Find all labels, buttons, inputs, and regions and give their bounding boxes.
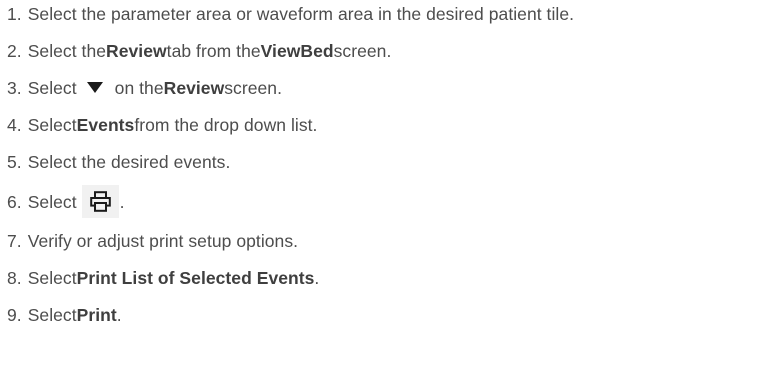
step-number: 3. [7, 78, 22, 98]
step-number: 5. [7, 152, 22, 172]
viewbed-screen-label: ViewBed [260, 41, 334, 61]
events-option-label: Events [76, 115, 135, 135]
step-text: Select the desired events. [27, 152, 231, 172]
step-3: 3. Select on the Review screen. [7, 74, 282, 102]
step-text: on the [114, 78, 164, 98]
step-text: screen. [333, 41, 392, 61]
step-text: Select [27, 305, 77, 325]
step-text: screen. [224, 78, 282, 98]
step-number: 1. [7, 4, 22, 24]
step-8: 8. Select Print List of Selected Events. [7, 264, 319, 292]
step-number: 9. [7, 305, 22, 325]
step-6: 6. Select . [7, 184, 125, 219]
step-number: 8. [7, 268, 22, 288]
step-text: Select the parameter area or waveform ar… [27, 4, 575, 24]
review-tab-label: Review [106, 41, 167, 61]
step-1: 1. Select the parameter area or waveform… [7, 0, 574, 28]
step-number: 7. [7, 231, 22, 251]
step-number: 2. [7, 41, 22, 61]
step-text: tab from the [166, 41, 261, 61]
step-text: Select [27, 78, 77, 98]
printer-icon-box [81, 185, 119, 218]
step-text: Select [27, 268, 77, 288]
step-9: 9. Select Print. [7, 301, 122, 329]
step-text: . [119, 191, 125, 212]
step-7: 7. Verify or adjust print setup options. [7, 227, 298, 255]
step-text: . [314, 268, 320, 288]
step-text: from the drop down list. [134, 115, 318, 135]
step-text: Select [27, 191, 77, 212]
step-5: 5. Select the desired events. [7, 148, 230, 176]
step-text: Select the [27, 41, 107, 61]
dropdown-triangle-icon [86, 82, 103, 93]
step-number: 6. [7, 191, 22, 212]
print-button-label: Print [76, 305, 117, 325]
step-text: Verify or adjust print setup options. [27, 231, 299, 251]
review-screen-label: Review [163, 78, 225, 98]
step-2: 2. Select the Review tab from the ViewBe… [7, 37, 391, 65]
print-list-option-label: Print List of Selected Events [76, 268, 315, 288]
printer-icon [89, 191, 111, 212]
step-text: Select [27, 115, 77, 135]
step-text: . [116, 305, 122, 325]
step-number: 4. [7, 115, 22, 135]
step-4: 4. Select Events from the drop down list… [7, 111, 317, 139]
